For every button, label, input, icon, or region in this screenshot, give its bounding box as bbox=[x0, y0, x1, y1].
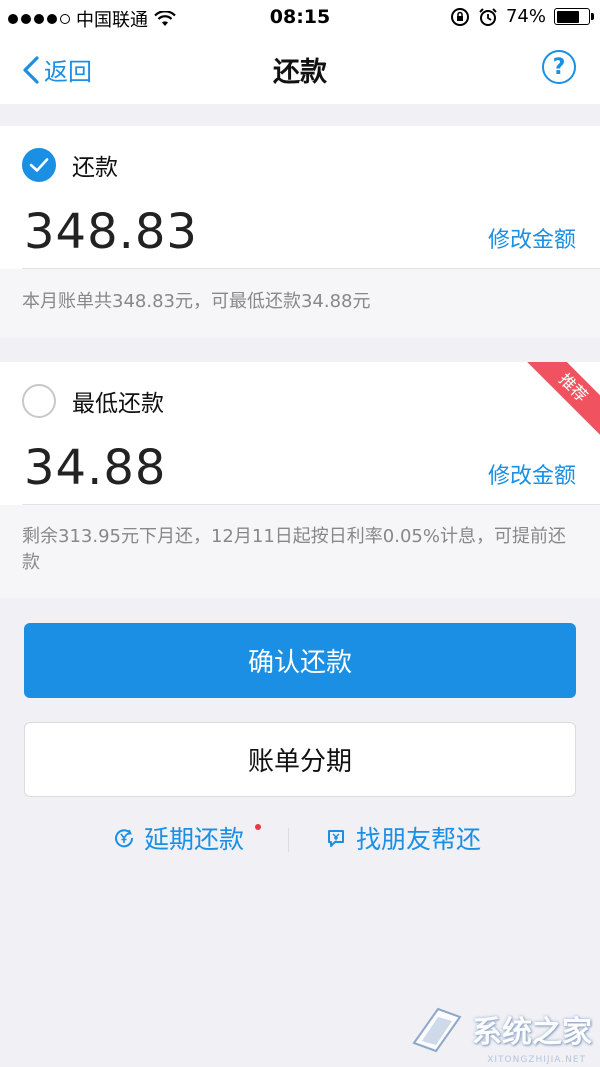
modify-amount-button[interactable]: 修改金额 bbox=[488, 222, 576, 254]
watermark-subtext: XITONGZHIJIA.NET bbox=[487, 1055, 586, 1065]
notification-dot bbox=[255, 824, 261, 830]
watermark: 系统之家 bbox=[408, 1003, 592, 1055]
friend-help-label: 找朋友帮还 bbox=[356, 825, 482, 854]
watermark-logo-icon bbox=[412, 1007, 462, 1053]
checkmark-icon[interactable] bbox=[22, 148, 56, 182]
defer-repay-label: 延期还款 bbox=[144, 825, 245, 854]
repay-full-option[interactable]: 还款 bbox=[22, 148, 118, 182]
divider bbox=[288, 828, 289, 852]
repay-full-amount: 348.83 bbox=[24, 204, 198, 260]
bottom-links: 延期还款 找朋友帮还 bbox=[0, 820, 600, 860]
help-icon[interactable]: ? bbox=[542, 50, 576, 84]
battery-percent: 74% bbox=[505, 6, 546, 27]
status-bar: 中国联通 08:15 74% bbox=[0, 0, 600, 34]
friend-help-link[interactable]: 找朋友帮还 bbox=[326, 820, 481, 856]
battery-icon bbox=[554, 8, 594, 25]
repay-minimum-card[interactable]: 推荐 最低还款 34.88 修改金额 剩余313.95元下月还，12月11日起按… bbox=[0, 362, 600, 598]
rotation-lock-icon bbox=[450, 7, 469, 26]
repay-full-card[interactable]: 还款 348.83 修改金额 本月账单共348.83元，可最低还款34.88元 bbox=[0, 126, 600, 338]
confirm-repay-button[interactable]: 确认还款 bbox=[24, 623, 576, 698]
repay-full-note: 本月账单共348.83元，可最低还款34.88元 bbox=[22, 291, 371, 312]
status-right: 74% bbox=[450, 6, 594, 27]
nav-bar: 返回 还款 ? bbox=[0, 34, 600, 104]
watermark-text: 系统之家 bbox=[472, 1015, 592, 1050]
alarm-icon bbox=[479, 7, 497, 26]
repay-minimum-amount: 34.88 bbox=[24, 440, 167, 496]
page-title: 还款 bbox=[273, 57, 327, 88]
repay-full-label: 还款 bbox=[72, 155, 118, 181]
installment-button[interactable]: 账单分期 bbox=[24, 722, 576, 797]
defer-repay-link[interactable]: 延期还款 bbox=[114, 820, 244, 856]
clock-yen-icon bbox=[115, 829, 134, 848]
repay-minimum-note: 剩余313.95元下月还，12月11日起按日利率0.05%计息，可提前还款 bbox=[22, 526, 566, 573]
modify-amount-button[interactable]: 修改金额 bbox=[488, 458, 576, 490]
chat-yen-icon bbox=[328, 830, 344, 847]
repay-minimum-label: 最低还款 bbox=[72, 391, 164, 417]
repay-minimum-option[interactable]: 最低还款 bbox=[22, 384, 164, 418]
recommend-badge: 推荐 bbox=[517, 362, 600, 444]
radio-unchecked-icon[interactable] bbox=[22, 384, 56, 418]
